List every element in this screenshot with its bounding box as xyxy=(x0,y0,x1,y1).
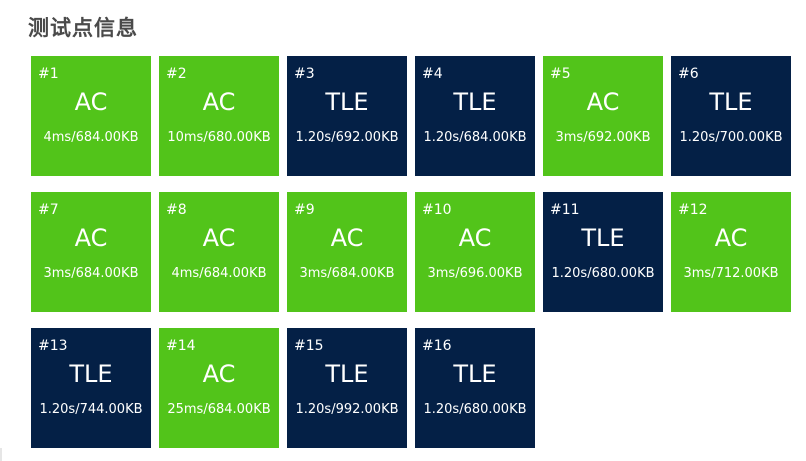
testcase-grid: #1 AC 4ms/684.00KB #2 AC 10ms/680.00KB #… xyxy=(31,56,795,448)
testcase-tile[interactable]: #12 AC 3ms/712.00KB xyxy=(671,192,791,312)
testcase-time-memory: 25ms/684.00KB xyxy=(167,402,271,417)
testcase-tile[interactable]: #5 AC 3ms/692.00KB xyxy=(543,56,663,176)
testcase-status: AC xyxy=(714,224,748,252)
testcase-number: #8 xyxy=(166,202,187,218)
testcase-number: #16 xyxy=(422,338,452,354)
testcase-tile[interactable]: #8 AC 4ms/684.00KB xyxy=(159,192,279,312)
testcase-status: AC xyxy=(458,224,492,252)
testcase-time-memory: 10ms/680.00KB xyxy=(167,130,271,145)
testcase-number: #14 xyxy=(166,338,196,354)
testcase-tile[interactable]: #15 TLE 1.20s/992.00KB xyxy=(287,328,407,448)
testcase-time-memory: 3ms/684.00KB xyxy=(299,266,395,281)
testcase-tile[interactable]: #3 TLE 1.20s/692.00KB xyxy=(287,56,407,176)
testcase-number: #12 xyxy=(678,202,708,218)
testcase-tile[interactable]: #2 AC 10ms/680.00KB xyxy=(159,56,279,176)
testcase-time-memory: 1.20s/744.00KB xyxy=(39,402,143,417)
testcase-tile[interactable]: #7 AC 3ms/684.00KB xyxy=(31,192,151,312)
testcase-status: TLE xyxy=(325,360,369,388)
testcase-status: AC xyxy=(202,88,236,116)
testcase-time-memory: 4ms/684.00KB xyxy=(171,266,267,281)
testcase-tile[interactable]: #9 AC 3ms/684.00KB xyxy=(287,192,407,312)
testcase-number: #3 xyxy=(294,66,315,82)
testcase-status: AC xyxy=(74,224,108,252)
section-title: 测试点信息 xyxy=(28,16,138,40)
testcase-number: #11 xyxy=(550,202,580,218)
testcase-number: #1 xyxy=(38,66,59,82)
testcase-number: #2 xyxy=(166,66,187,82)
testcase-time-memory: 3ms/692.00KB xyxy=(555,130,651,145)
testcase-tile[interactable]: #1 AC 4ms/684.00KB xyxy=(31,56,151,176)
testcase-status: TLE xyxy=(453,360,497,388)
testcase-time-memory: 3ms/696.00KB xyxy=(427,266,523,281)
testcase-status: TLE xyxy=(453,88,497,116)
testcase-number: #6 xyxy=(678,66,699,82)
left-divider xyxy=(0,448,2,461)
testcase-tile[interactable]: #16 TLE 1.20s/680.00KB xyxy=(415,328,535,448)
testcase-number: #7 xyxy=(38,202,59,218)
testcase-number: #13 xyxy=(38,338,68,354)
testcase-status: AC xyxy=(202,224,236,252)
testcase-time-memory: 3ms/712.00KB xyxy=(683,266,779,281)
testcase-tile[interactable]: #14 AC 25ms/684.00KB xyxy=(159,328,279,448)
testcase-tile[interactable]: #11 TLE 1.20s/680.00KB xyxy=(543,192,663,312)
testcase-status: AC xyxy=(330,224,364,252)
testcase-number: #4 xyxy=(422,66,443,82)
testcase-status: AC xyxy=(74,88,108,116)
testcase-number: #5 xyxy=(550,66,571,82)
testcase-tile[interactable]: #10 AC 3ms/696.00KB xyxy=(415,192,535,312)
testcase-status: TLE xyxy=(69,360,113,388)
testcase-time-memory: 4ms/684.00KB xyxy=(43,130,139,145)
testcase-status: AC xyxy=(202,360,236,388)
testcase-time-memory: 1.20s/684.00KB xyxy=(423,130,527,145)
testcase-time-memory: 1.20s/680.00KB xyxy=(423,402,527,417)
testcase-number: #10 xyxy=(422,202,452,218)
testcase-time-memory: 1.20s/680.00KB xyxy=(551,266,655,281)
testcase-status: AC xyxy=(586,88,620,116)
testcase-time-memory: 1.20s/992.00KB xyxy=(295,402,399,417)
testcase-number: #9 xyxy=(294,202,315,218)
testcase-panel: 测试点信息 #1 AC 4ms/684.00KB #2 AC 10ms/680.… xyxy=(0,0,806,461)
testcase-time-memory: 1.20s/692.00KB xyxy=(295,130,399,145)
testcase-time-memory: 1.20s/700.00KB xyxy=(679,130,783,145)
testcase-number: #15 xyxy=(294,338,324,354)
testcase-time-memory: 3ms/684.00KB xyxy=(43,266,139,281)
testcase-tile[interactable]: #4 TLE 1.20s/684.00KB xyxy=(415,56,535,176)
testcase-tile[interactable]: #6 TLE 1.20s/700.00KB xyxy=(671,56,791,176)
testcase-status: TLE xyxy=(581,224,625,252)
testcase-status: TLE xyxy=(325,88,369,116)
testcase-status: TLE xyxy=(709,88,753,116)
testcase-tile[interactable]: #13 TLE 1.20s/744.00KB xyxy=(31,328,151,448)
